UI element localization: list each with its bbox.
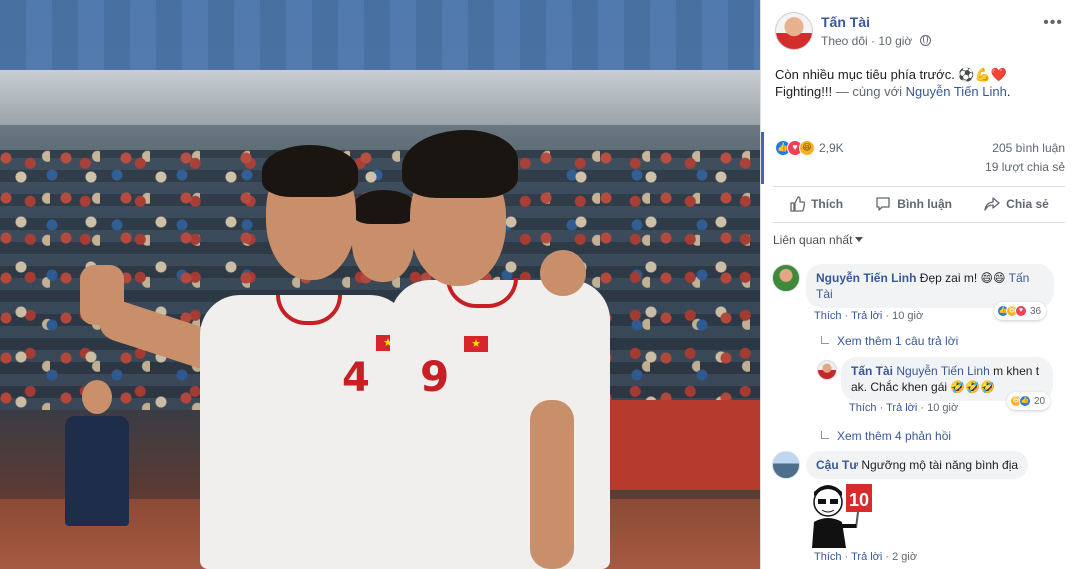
like-button[interactable]: Thích	[789, 196, 843, 212]
focus-indicator	[761, 132, 764, 184]
comment-button[interactable]: Bình luận	[875, 196, 952, 212]
reply-actions: Thích · Trả lời · 10 giờ	[849, 402, 959, 414]
sticker-score-text: 10	[849, 490, 869, 510]
post-actions: Thích Bình luận Chia sẻ	[773, 190, 1065, 218]
comment-actions: Thích · Trả lời · 10 giờ	[814, 310, 924, 322]
comment-time[interactable]: 10 giờ	[892, 310, 923, 322]
commenter-avatar[interactable]	[772, 264, 800, 292]
follow-link[interactable]: Theo dõi	[821, 34, 868, 48]
post-text-line1: Còn nhiều mục tiêu phía trước. ⚽💪❤️	[775, 67, 1007, 82]
replier-avatar[interactable]	[817, 360, 837, 380]
stadium-roof	[0, 70, 760, 125]
thumbs-up-icon	[790, 196, 806, 212]
jersey-number-9: 9	[420, 352, 450, 401]
share-arrow-icon	[984, 197, 1000, 211]
post-photo[interactable]: 4 ★ 9 ★	[0, 0, 760, 569]
author-avatar[interactable]	[775, 12, 813, 50]
comment-reply-link[interactable]: Trả lời	[851, 551, 882, 563]
comment-reactions[interactable]: 👍 😆 ♥ 36	[994, 302, 1047, 320]
comment-button-label: Bình luận	[897, 197, 952, 211]
post-text: Còn nhiều mục tiêu phía trước. ⚽💪❤️ Figh…	[775, 66, 1065, 100]
comment-text: Đẹp zai m! 😄😄	[919, 271, 1009, 285]
tagged-user-link[interactable]: Nguyễn Tiến Linh	[906, 84, 1007, 99]
like-icon: 👍	[1019, 395, 1031, 407]
comment-sort-dropdown[interactable]: Liên quan nhất	[773, 233, 864, 247]
reply-reply-link[interactable]: Trả lời	[886, 402, 917, 414]
commenter-name[interactable]: Nguyễn Tiến Linh	[816, 271, 916, 285]
commenter-name[interactable]: Cậu Tư	[816, 458, 858, 472]
with-label: — cùng với	[832, 84, 906, 99]
post-meta: Theo dõi · 10 giờ	[821, 34, 931, 48]
comment-like-link[interactable]: Thích	[814, 310, 842, 322]
comment-like-link[interactable]: Thích	[814, 551, 842, 563]
comment-count[interactable]: 205 bình luận	[992, 141, 1065, 155]
stadium-seats	[0, 0, 760, 70]
score-ten-sticker: 10	[812, 484, 872, 548]
post-text-line2: Fighting!!!	[775, 84, 833, 99]
share-button-label: Chia sẻ	[1006, 197, 1049, 211]
comment-icon	[876, 197, 890, 211]
reaction-count[interactable]: 2,9K	[819, 141, 844, 155]
vietnam-flag-icon: ★	[464, 336, 488, 352]
post-time[interactable]: 10 giờ	[878, 34, 912, 48]
author-name[interactable]: Tấn Tài	[821, 14, 870, 30]
reply-arrow-icon	[821, 431, 829, 439]
sort-label: Liên quan nhất	[773, 233, 853, 247]
jersey-number-4: 4	[342, 355, 370, 401]
commenter-avatar[interactable]	[772, 451, 800, 479]
comment-text: Ngưỡng mộ tài năng bình địa	[858, 458, 1019, 472]
post-stats: 👍 ♥ 😆 2,9K 205 bình luận 19 lượt chia sẻ	[775, 138, 1065, 178]
divider	[773, 222, 1065, 223]
player-number-9: 9 ★	[380, 130, 640, 569]
comment-time[interactable]: 2 giờ	[892, 551, 917, 563]
comment-actions: Thích · Trả lời · 2 giờ	[814, 551, 918, 563]
more-options-icon[interactable]: •••	[1043, 14, 1063, 32]
divider	[773, 186, 1065, 187]
reply-arrow-icon	[821, 336, 829, 344]
globe-icon	[919, 35, 931, 46]
caret-down-icon	[855, 237, 864, 242]
reply-like-link[interactable]: Thích	[849, 402, 877, 414]
view-more-replies-link[interactable]: Xem thêm 1 câu trả lời	[821, 334, 958, 348]
replier-name[interactable]: Tấn Tài	[851, 364, 893, 378]
comment-bubble: Cậu Tư Ngưỡng mộ tài năng bình địa	[806, 451, 1029, 479]
reply-reactions[interactable]: 😆 👍 20	[1007, 392, 1051, 410]
comment-reply-link[interactable]: Trả lời	[851, 310, 882, 322]
mention-link[interactable]: Nguyễn Tiến Linh	[896, 364, 989, 378]
reply-time[interactable]: 10 giờ	[927, 402, 958, 414]
comment-reaction-count: 36	[1030, 305, 1042, 317]
share-count[interactable]: 19 lượt chia sẻ	[985, 160, 1065, 174]
share-button[interactable]: Chia sẻ	[984, 196, 1049, 212]
like-button-label: Thích	[811, 197, 844, 211]
reply-reaction-count: 20	[1034, 395, 1046, 407]
love-icon: ♥	[1015, 305, 1027, 317]
haha-icon: 😆	[799, 140, 815, 156]
post-header: Tấn Tài Theo dõi · 10 giờ •••	[775, 12, 1067, 52]
view-more-replies-link[interactable]: Xem thêm 4 phản hồi	[821, 429, 951, 443]
